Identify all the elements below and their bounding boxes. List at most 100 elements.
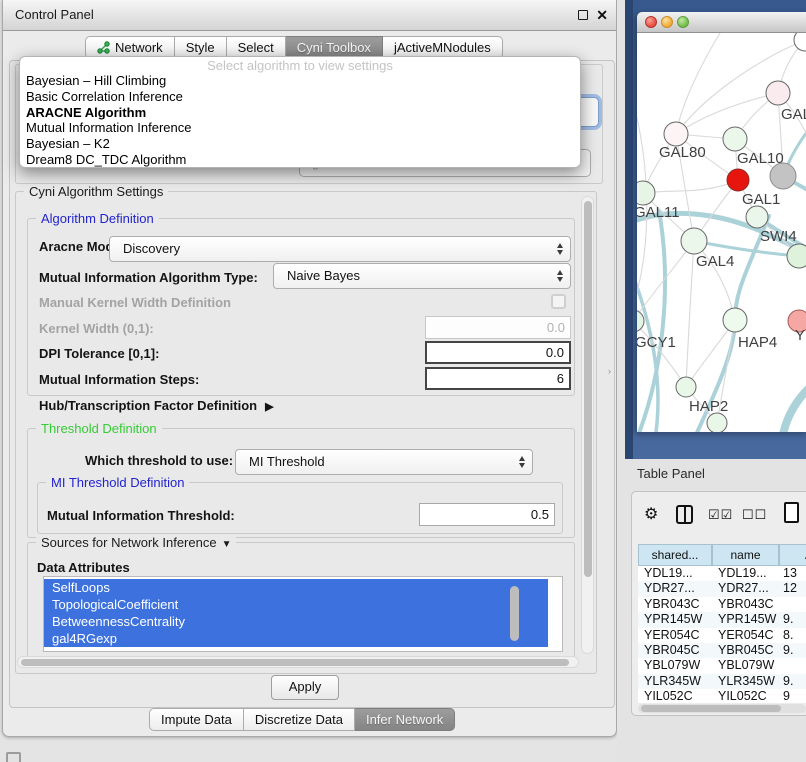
dropdown-item-mutual-information[interactable]: Mutual Information Inference [20, 120, 580, 136]
network-node-unlabeled[interactable] [787, 244, 806, 268]
network-node-SWI4[interactable] [746, 206, 768, 228]
cell[interactable]: YLR345W [712, 674, 779, 689]
cell[interactable]: YIL052C [638, 689, 712, 703]
cell[interactable]: 12 [779, 581, 806, 596]
settings-horizontal-scrollbar-thumb[interactable] [21, 659, 569, 666]
tab-discretize-data[interactable]: Discretize Data [244, 708, 355, 731]
dropdown-item-dream8[interactable]: Dream8 DC_TDC Algorithm [20, 152, 580, 168]
network-node-GAL11[interactable] [637, 181, 655, 205]
network-node-GAL4[interactable] [681, 228, 707, 254]
network-edge[interactable] [643, 180, 738, 193]
which-threshold-combobox[interactable]: MI Threshold [235, 449, 533, 475]
settings-vertical-scrollbar-thumb[interactable] [584, 201, 592, 577]
network-edge[interactable] [676, 33, 720, 134]
cell[interactable]: YDR27... [638, 581, 712, 596]
cell[interactable]: 9 [779, 689, 806, 703]
cell[interactable]: 9. [779, 612, 806, 627]
cell[interactable]: YIL052C [712, 689, 779, 703]
network-node-unlabeled[interactable] [794, 33, 806, 51]
network-node-GCY1[interactable] [637, 310, 644, 332]
cell[interactable]: YDL19... [712, 566, 779, 581]
network-edge[interactable] [676, 93, 778, 134]
settings-horizontal-scrollbar[interactable] [17, 656, 579, 668]
list-item-gal4rgexp[interactable]: gal4RGexp [44, 630, 548, 647]
cell[interactable]: YDL19... [638, 566, 712, 581]
list-item-topologicalcoefficient[interactable]: TopologicalCoefficient [44, 596, 548, 613]
cell[interactable] [779, 597, 806, 612]
cell[interactable]: 9. [779, 643, 806, 658]
hub-factor-disclosure[interactable]: Hub/Transcription Factor Definition▶ [39, 398, 274, 413]
network-window-titlebar[interactable] [637, 12, 806, 33]
dropdown-item-aracne[interactable]: ARACNE Algorithm [20, 105, 580, 121]
tab-impute-data[interactable]: Impute Data [149, 708, 244, 731]
minimize-traffic-light[interactable] [661, 16, 673, 28]
network-canvas[interactable]: GALGAL80GAL10GAL1GAL11SWI4GAL4GCY1HAP4YH… [637, 33, 806, 432]
cell[interactable] [779, 658, 806, 673]
apply-button[interactable]: Apply [271, 675, 339, 700]
network-node-GAL80[interactable] [664, 122, 688, 146]
network-node-GAL10[interactable] [723, 127, 747, 151]
dpi-tolerance-field[interactable]: 0.0 [425, 341, 571, 364]
cell[interactable]: YBL079W [712, 658, 779, 673]
column-header-shared-name[interactable]: shared... [638, 544, 712, 566]
table-horizontal-scrollbar-thumb[interactable] [641, 705, 781, 712]
cell[interactable]: 8. [779, 628, 806, 643]
network-node-HAP2[interactable] [676, 377, 696, 397]
table-row[interactable]: YPR145WYPR145W9. [638, 612, 806, 627]
dropdown-item-bayesian-k2[interactable]: Bayesian – K2 [20, 136, 580, 152]
float-window-icon[interactable] [578, 10, 588, 20]
network-edge[interactable] [686, 241, 694, 387]
minimized-panel-icon[interactable] [6, 752, 21, 762]
cell[interactable]: YBR045C [638, 643, 712, 658]
column-header-name[interactable]: name [712, 544, 779, 566]
dropdown-item-bayesian-hill-climbing[interactable]: Bayesian – Hill Climbing [20, 73, 580, 89]
cell[interactable]: YDR27... [712, 581, 779, 596]
close-window-icon[interactable]: ✕ [596, 5, 608, 25]
zoom-traffic-light[interactable] [677, 16, 689, 28]
table-row[interactable]: YBR043CYBR043C [638, 597, 806, 612]
table-row[interactable]: YLR345WYLR345W9. [638, 674, 806, 689]
network-edge[interactable] [782, 381, 806, 432]
network-node-unlabeled[interactable] [770, 163, 796, 189]
list-scrollbar-thumb[interactable] [510, 586, 519, 641]
table-horizontal-scrollbar[interactable] [638, 704, 806, 713]
table-row[interactable]: YBL079WYBL079W [638, 658, 806, 673]
table-row[interactable]: YIL052CYIL052C9 [638, 689, 806, 703]
panel-divider-arrow[interactable]: › [608, 366, 611, 376]
cell[interactable]: YBR043C [712, 597, 779, 612]
list-item-betweennesscentrality[interactable]: BetweennessCentrality [44, 613, 548, 630]
table-row[interactable]: YER054CYER054C8. [638, 628, 806, 643]
manual-kernel-width-checkbox[interactable] [551, 294, 566, 309]
export-table-icon[interactable] [784, 502, 799, 523]
cell[interactable]: YPR145W [712, 612, 779, 627]
cell[interactable]: YBR045C [712, 643, 779, 658]
control-panel-titlebar[interactable]: Control Panel ✕ [3, 0, 616, 31]
table-row[interactable]: YBR045CYBR045C9. [638, 643, 806, 658]
mi-steps-field[interactable]: 6 [425, 367, 571, 390]
network-node-unlabeled[interactable] [707, 413, 727, 432]
settings-vertical-scrollbar[interactable] [581, 196, 594, 654]
mi-algorithm-type-combobox[interactable]: Naive Bayes [273, 263, 571, 289]
cell[interactable]: YBR043C [638, 597, 712, 612]
kernel-width-field[interactable]: 0.0 [425, 316, 571, 339]
network-node-GAL[interactable] [766, 81, 790, 105]
table-row[interactable]: YDL19...YDL19...13 [638, 566, 806, 581]
sources-title[interactable]: Sources for Network Inference▼ [36, 535, 236, 550]
cell[interactable]: YER054C [638, 628, 712, 643]
split-columns-icon[interactable] [676, 505, 693, 524]
deselect-checkboxes-icon[interactable]: ☐☐ [742, 507, 767, 523]
cell[interactable]: YER054C [712, 628, 779, 643]
cell[interactable]: YPR145W [638, 612, 712, 627]
dropdown-item-basic-correlation[interactable]: Basic Correlation Inference [20, 89, 580, 105]
list-item-selfloops[interactable]: SelfLoops [44, 579, 548, 596]
column-header-cut[interactable]: A [779, 544, 806, 566]
mi-threshold-field[interactable]: 0.5 [419, 503, 555, 526]
tab-infer-network[interactable]: Infer Network [355, 708, 455, 731]
table-row[interactable]: YDR27...YDR27...12 [638, 581, 806, 596]
select-all-checkboxes-icon[interactable]: ☑☑ [708, 507, 733, 523]
network-node-HAP4[interactable] [723, 308, 747, 332]
cell[interactable]: YLR345W [638, 674, 712, 689]
cell[interactable]: YBL079W [638, 658, 712, 673]
close-traffic-light[interactable] [645, 16, 657, 28]
gear-icon[interactable]: ⚙ [644, 504, 658, 524]
